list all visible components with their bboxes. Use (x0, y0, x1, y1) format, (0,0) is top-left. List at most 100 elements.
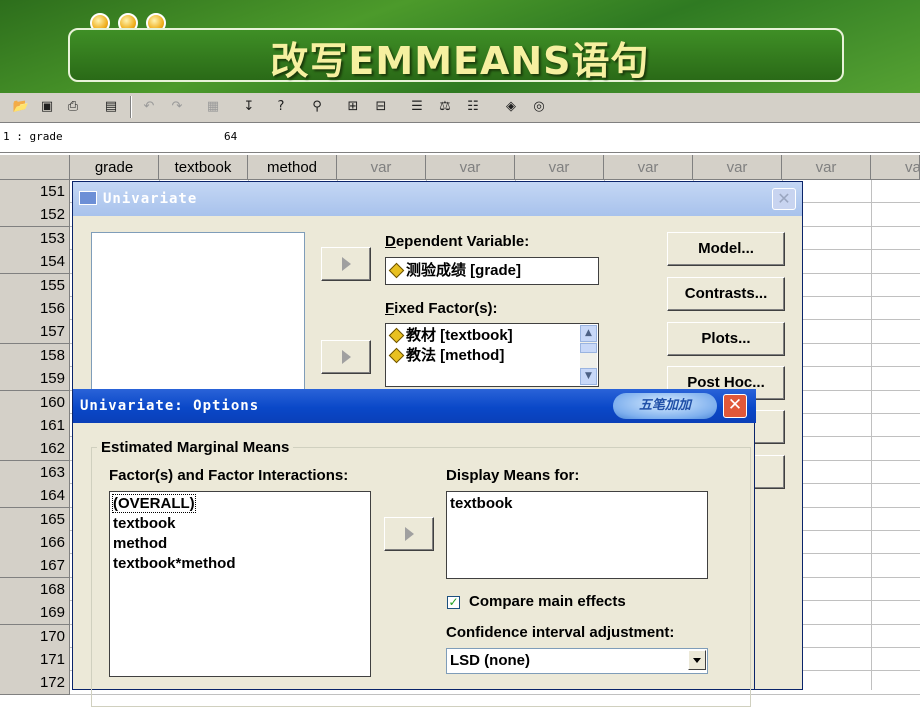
univariate-titlebar[interactable]: Univariate ✕ (73, 182, 802, 216)
insert-variable-icon[interactable]: ⊟ (370, 96, 392, 118)
scroll-up-icon[interactable]: ▲ (580, 325, 597, 342)
move-to-display-button[interactable] (384, 517, 434, 551)
factor-item[interactable]: textbook*method (110, 554, 370, 574)
goto-chart-icon[interactable]: ▦ (202, 96, 224, 118)
row-header[interactable]: 158 (0, 343, 70, 368)
row-header[interactable]: 162 (0, 437, 70, 462)
move-to-dependent-button[interactable] (321, 247, 371, 281)
display-means-item[interactable]: textbook (447, 494, 707, 514)
split-file-icon[interactable]: ☰ (406, 96, 428, 118)
fixed-label-text: ixed Factor(s): (394, 300, 498, 317)
cell-value-field[interactable]: 64 (224, 127, 237, 147)
weight-cases-icon[interactable]: ⚖ (434, 96, 456, 118)
grid-corner (0, 155, 70, 180)
factor-item-text: (OVERALL) (112, 494, 196, 513)
column-header[interactable]: var (693, 155, 782, 180)
ci-adjustment-value: LSD (none) (450, 652, 530, 669)
column-header[interactable]: va (871, 155, 920, 180)
fixed-factor-item[interactable]: 教材 [textbook] (386, 326, 598, 346)
goto-case-icon[interactable]: ↧ (238, 96, 260, 118)
scrollbar[interactable]: ▲ ▼ (580, 325, 597, 385)
slide-banner: 改写EMMEANS语句 (0, 0, 920, 93)
dependent-variable-label: Dependent Variable: (385, 233, 530, 250)
row-header[interactable]: 160 (0, 390, 70, 415)
dependent-variable-field[interactable]: 测验成绩 [grade] (385, 257, 599, 285)
row-header[interactable]: 161 (0, 414, 70, 438)
open-icon[interactable]: 📂 (10, 96, 32, 118)
fixed-factor-text: 教法 [method] (406, 347, 505, 364)
row-header[interactable]: 170 (0, 624, 70, 649)
row-header[interactable]: 167 (0, 554, 70, 579)
scroll-thumb[interactable] (580, 343, 597, 353)
chevron-down-icon[interactable] (688, 650, 706, 670)
row-header[interactable]: 153 (0, 226, 70, 251)
column-header[interactable]: var (604, 155, 693, 180)
dialog-recall-icon[interactable]: ▤ (100, 96, 122, 118)
options-dialog: Univariate: Options 五笔加加 ✕ Estimated Mar… (72, 389, 756, 707)
variables-icon[interactable]: ? (270, 96, 292, 118)
undo-icon[interactable]: ↶ (138, 96, 160, 118)
display-means-list[interactable]: textbook (446, 491, 708, 579)
factors-label-text: Factor(s) and Factor Interactions: (109, 467, 349, 484)
row-header[interactable]: 171 (0, 648, 70, 672)
factor-item[interactable]: (OVERALL) (110, 494, 370, 514)
row-header[interactable]: 152 (0, 203, 70, 228)
value-labels-icon[interactable]: ◈ (500, 96, 522, 118)
ci-adjustment-select[interactable]: LSD (none) (446, 648, 708, 674)
column-header[interactable]: var (337, 155, 426, 180)
column-header[interactable]: grade (70, 155, 159, 180)
redo-icon[interactable]: ↷ (166, 96, 188, 118)
row-header[interactable]: 159 (0, 367, 70, 392)
select-cases-icon[interactable]: ☷ (462, 96, 484, 118)
column-header[interactable]: textbook (159, 155, 248, 180)
row-header[interactable]: 157 (0, 320, 70, 345)
row-header[interactable]: 169 (0, 601, 70, 626)
fixed-factors-list[interactable]: 教材 [textbook] 教法 [method] ▲ ▼ (385, 323, 599, 387)
save-icon[interactable]: ▣ (36, 96, 58, 118)
dependent-label-text: ependent Variable: (395, 233, 530, 250)
spss-toolbar: 📂 ▣ ⎙ ▤ ↶ ↷ ▦ ↧ ? ⚲ ⊞ ⊟ ☰ ⚖ ☷ ◈ ◎ (0, 93, 920, 123)
row-header[interactable]: 165 (0, 507, 70, 532)
row-header[interactable]: 155 (0, 273, 70, 298)
cell-reference: 1 : grade (3, 130, 63, 143)
compare-main-effects-checkbox[interactable]: ✓ (447, 596, 460, 609)
model-button[interactable]: Model... (667, 232, 785, 266)
find-icon[interactable]: ⚲ (306, 96, 328, 118)
row-header[interactable]: 151 (0, 180, 70, 204)
close-icon[interactable]: ✕ (772, 188, 796, 210)
display-means-label: Display Means for: (446, 467, 579, 484)
row-header[interactable]: 163 (0, 460, 70, 485)
column-header[interactable]: var (782, 155, 871, 180)
contrasts-button[interactable]: Contrasts... (667, 277, 785, 311)
factors-label: Factor(s) and Factor Interactions: (109, 467, 348, 484)
factor-item[interactable]: method (110, 534, 370, 554)
display-label-text: Display Means for: (446, 467, 580, 484)
row-header[interactable]: 166 (0, 531, 70, 555)
fixed-factor-item[interactable]: 教法 [method] (386, 346, 598, 366)
fixed-factor-text: 教材 [textbook] (406, 327, 513, 344)
column-header[interactable]: var (515, 155, 604, 180)
row-header[interactable]: 164 (0, 484, 70, 509)
compare-main-effects-label[interactable]: Compare main effects (469, 593, 626, 610)
factor-item[interactable]: textbook (110, 514, 370, 534)
move-to-fixed-button[interactable] (321, 340, 371, 374)
row-header[interactable]: 172 (0, 671, 70, 696)
column-header[interactable]: method (248, 155, 337, 180)
print-icon[interactable]: ⎙ (62, 96, 84, 118)
nominal-variable-icon (389, 348, 403, 362)
column-header[interactable]: var (426, 155, 515, 180)
row-header[interactable]: 156 (0, 297, 70, 321)
row-header[interactable]: 168 (0, 577, 70, 602)
fixed-factors-label: Fixed Factor(s): (385, 300, 498, 317)
row-header[interactable]: 154 (0, 250, 70, 275)
insert-case-icon[interactable]: ⊞ (342, 96, 364, 118)
factors-list[interactable]: (OVERALL) textbook method textbook*metho… (109, 491, 371, 677)
options-titlebar[interactable]: Univariate: Options 五笔加加 ✕ (73, 389, 756, 423)
options-title: Univariate: Options (80, 398, 260, 414)
cell-editor-bar: 1 : grade 64 (0, 123, 920, 153)
nominal-variable-icon (389, 328, 403, 342)
use-sets-icon[interactable]: ◎ (528, 96, 550, 118)
scroll-down-icon[interactable]: ▼ (580, 368, 597, 385)
close-icon[interactable]: ✕ (723, 394, 747, 418)
plots-button[interactable]: Plots... (667, 322, 785, 356)
